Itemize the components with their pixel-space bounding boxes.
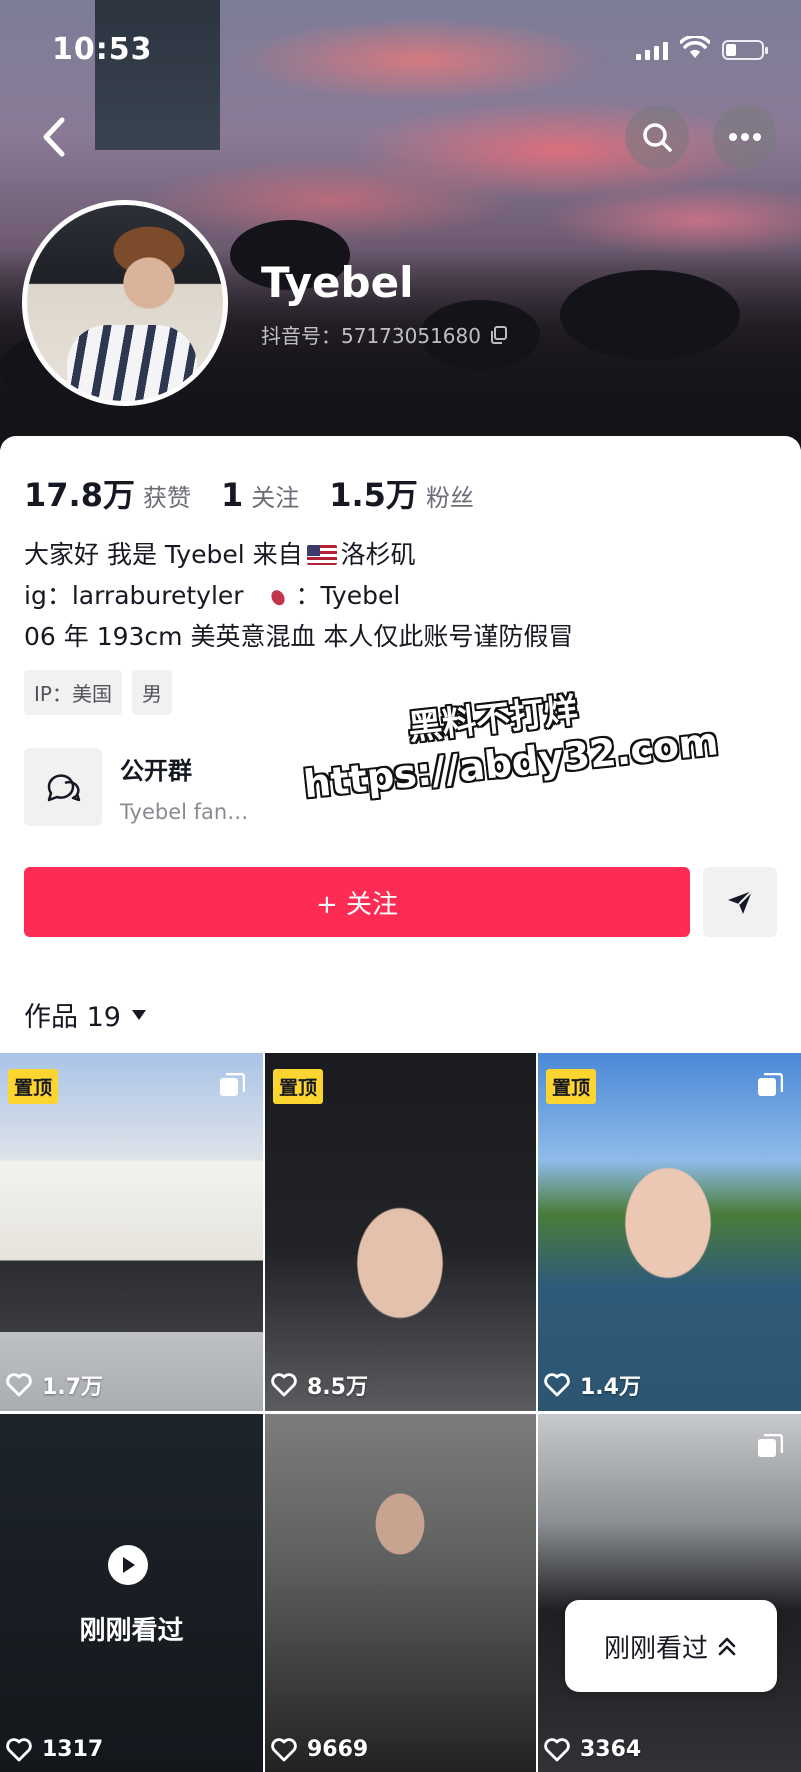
like-count-text: 8.5万 [307, 1375, 368, 1400]
video-tile[interactable]: 置顶 8.5万 [265, 1053, 536, 1411]
search-icon [643, 123, 672, 152]
bio-line: ig：larraburetyler ：Tyebel [24, 575, 573, 616]
like-count-text: 1.4万 [580, 1375, 641, 1400]
like-count: 1.7万 [6, 1369, 103, 1401]
bio-line: 06 年 193cm 美英意混血 本人仅此账号谨防假冒 [24, 622, 574, 651]
likes-label: 获赞 [142, 484, 191, 512]
like-count-text: 1.7万 [42, 1375, 103, 1400]
profile-card [0, 436, 801, 1056]
collection-icon [758, 1434, 783, 1457]
bio-text: 洛杉矶 [340, 540, 416, 569]
video-tile[interactable]: 置顶 1.4万 [538, 1053, 801, 1411]
just-viewed-button[interactable]: 刚刚看过 [565, 1600, 777, 1692]
profile-name: Tyebel [261, 258, 414, 307]
douyin-id-text: 抖音号：57173051680 [261, 324, 481, 348]
video-tile[interactable]: 3364 [538, 1414, 801, 1772]
gender-tag: 男 [131, 670, 172, 715]
status-time: 10:53 [52, 32, 153, 67]
double-chevron-up-icon [718, 1637, 736, 1656]
video-tile[interactable]: 9669 [265, 1414, 536, 1772]
profile-bio: 大家好 我是 Tyebel 来自 洛杉矶 ig：larraburetyler ：Ty… [24, 534, 573, 657]
wifi-icon [680, 36, 710, 58]
bio-text: 大家好 我是 Tyebel 来自 [24, 540, 303, 569]
heart-icon [544, 1373, 570, 1397]
heart-icon [6, 1373, 32, 1397]
pinned-badge: 置顶 [8, 1069, 59, 1104]
video-tile[interactable]: 刚刚看过 1317 [0, 1414, 263, 1772]
more-icon [729, 133, 761, 141]
like-count: 1.4万 [544, 1369, 641, 1401]
ip-tag: IP：美国 [24, 670, 122, 715]
sweet-potato-icon [258, 578, 295, 614]
followers-count[interactable]: 1.5万 [329, 470, 418, 516]
palm-silhouette [560, 270, 740, 360]
public-group[interactable]: 公开群 Tyebel fan… [24, 748, 248, 826]
like-count: 1317 [6, 1737, 103, 1762]
battery-icon [722, 40, 768, 60]
following-count[interactable]: 1 [221, 476, 243, 514]
bio-text: ig：larraburetyler [24, 581, 244, 610]
just-viewed-overlay: 刚刚看过 [79, 1616, 184, 1646]
works-tab[interactable]: 作品 19 [24, 995, 147, 1034]
back-button[interactable] [36, 112, 76, 162]
caret-down-icon [131, 1009, 146, 1020]
like-count-text: 3364 [580, 1737, 642, 1762]
collection-icon [758, 1073, 783, 1096]
avatar[interactable] [22, 200, 228, 406]
signal-icon [636, 42, 668, 60]
heart-icon [6, 1737, 32, 1761]
group-chat-icon [24, 748, 102, 826]
douyin-id[interactable]: 抖音号：57173051680 [261, 320, 509, 349]
heart-icon [544, 1737, 570, 1761]
bio-text: ：Tyebel [295, 581, 401, 610]
heart-icon [271, 1373, 297, 1397]
copy-icon[interactable] [489, 325, 509, 345]
following-label[interactable]: 关注 [251, 478, 299, 513]
heart-icon [271, 1737, 297, 1761]
group-title: 公开群 [120, 756, 192, 785]
group-subtitle: Tyebel fan… [120, 799, 249, 824]
play-icon [108, 1545, 148, 1585]
just-viewed-label: 刚刚看过 [603, 1633, 708, 1664]
like-count-text: 9669 [307, 1737, 369, 1762]
like-count-text: 1317 [42, 1737, 104, 1762]
like-count: 3364 [544, 1737, 641, 1762]
like-count: 9669 [271, 1737, 368, 1762]
status-bar: 10:53 [0, 0, 801, 90]
profile-tags: IP：美国 男 [24, 670, 172, 715]
likes-count: 17.8万 [24, 476, 135, 514]
chevron-left-icon [43, 117, 65, 157]
pinned-badge: 置顶 [546, 1069, 597, 1104]
video-tile[interactable]: 置顶 1.7万 [0, 1053, 263, 1411]
bio-line: 大家好 我是 Tyebel 来自 洛杉矶 [24, 534, 573, 575]
follow-button[interactable]: + 关注 [24, 867, 690, 937]
send-icon [728, 890, 753, 914]
followers-label[interactable]: 粉丝 [426, 478, 474, 513]
search-button[interactable] [625, 105, 689, 169]
pinned-badge: 置顶 [273, 1069, 324, 1104]
collection-icon [220, 1073, 245, 1096]
works-label: 作品 19 [24, 1002, 121, 1033]
like-count: 8.5万 [271, 1369, 368, 1401]
profile-stats: 17.8万 获赞 1 关注 1.5万 粉丝 [24, 470, 504, 516]
share-button[interactable] [703, 867, 777, 937]
us-flag-icon [306, 545, 337, 565]
more-button[interactable] [713, 105, 777, 169]
